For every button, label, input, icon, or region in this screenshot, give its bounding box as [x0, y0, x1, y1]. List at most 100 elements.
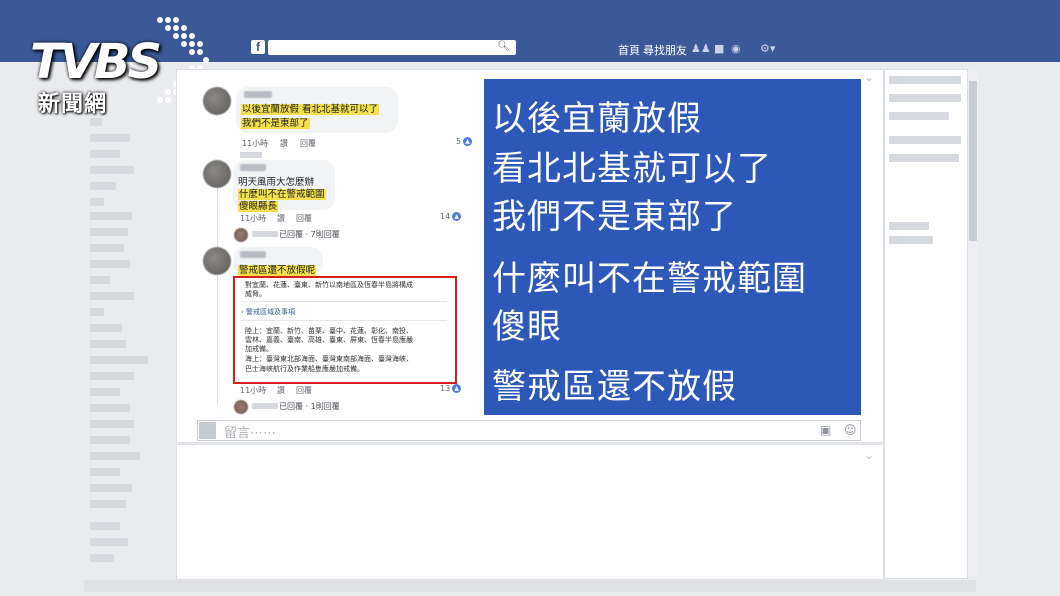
thread-line — [217, 275, 218, 405]
sidebar-item[interactable] — [90, 356, 148, 364]
sidebar-item[interactable] — [90, 308, 104, 316]
comment-placeholder: 留言⋯⋯ — [224, 426, 277, 441]
nav-find-friends[interactable]: 尋找朋友 — [643, 42, 687, 58]
sidebar-item[interactable] — [90, 452, 140, 460]
comment-text: 警戒區還不放假呢 — [238, 265, 317, 276]
sidebar-item[interactable] — [90, 554, 114, 562]
camera-icon[interactable]: ▣ — [820, 423, 831, 437]
sidebar-item[interactable] — [889, 112, 949, 120]
like-count: 5 ▲ — [456, 137, 473, 146]
search-icon[interactable]: 🔍︎ — [497, 41, 510, 52]
sidebar-item[interactable] — [90, 166, 134, 174]
settings-icon[interactable]: ⚙▾ — [760, 42, 775, 55]
attachment-text: 威脅。 — [245, 290, 266, 298]
attachment-link[interactable]: › 警戒區域及事項 — [241, 307, 295, 317]
globe-icon[interactable]: ◉ — [731, 42, 741, 55]
caption-line: 看北北基就可以了 — [492, 149, 772, 189]
sidebar-item[interactable] — [889, 222, 929, 230]
commenter-name[interactable] — [244, 91, 272, 98]
attachment-text: 對宜蘭、花蓮、臺東、新竹以南地區及恆春半島將構成 — [245, 281, 413, 289]
avatar[interactable] — [234, 400, 248, 414]
attached-screenshot[interactable]: 對宜蘭、花蓮、臺東、新竹以南地區及恆春半島將構成 威脅。 › 警戒區域及事項 陸… — [233, 276, 457, 384]
sidebar-item[interactable] — [90, 420, 134, 428]
nav-divider — [676, 41, 677, 54]
scrollbar-thumb[interactable] — [969, 81, 977, 241]
sidebar-item[interactable] — [90, 134, 130, 142]
sidebar-item[interactable] — [90, 198, 104, 206]
like-count: 13 ▲ — [440, 384, 462, 393]
reply-preview[interactable] — [240, 152, 262, 158]
sidebar-item[interactable] — [889, 136, 961, 144]
search-input[interactable]: 🔍︎ — [268, 40, 516, 55]
thumbs-up-icon: ▲ — [452, 384, 462, 393]
thumbs-up-icon: ▲ — [463, 137, 473, 146]
comment-input[interactable]: 留言⋯⋯ ▣ ☺ — [197, 420, 861, 441]
sidebar-item[interactable] — [90, 244, 124, 252]
avatar[interactable] — [234, 228, 248, 242]
caption-line: 警戒區還不放假 — [492, 367, 737, 407]
commenter-name[interactable] — [240, 164, 266, 171]
sidebar-item[interactable] — [90, 228, 128, 236]
sidebar-item[interactable] — [889, 236, 933, 244]
sidebar-item[interactable] — [90, 538, 128, 546]
attachment-text: 海上：臺灣東北部海面、臺灣東南部海面、臺灣海峽、 — [245, 355, 413, 363]
chevron-down-icon[interactable]: ⌄ — [864, 448, 874, 462]
sidebar-item[interactable] — [889, 76, 961, 84]
right-sidebar — [884, 69, 968, 579]
scrollbar[interactable] — [968, 69, 978, 577]
emoji-icon[interactable]: ☺ — [844, 423, 857, 437]
caption-overlay: 以後宜蘭放假 看北北基就可以了 我們不是東部了 什麼叫不在警戒範圍 傻眼 警戒區… — [484, 79, 861, 415]
attachment-text: 加戒備。 — [245, 345, 273, 353]
sidebar-item[interactable] — [90, 372, 134, 380]
comment-time: 11小時 — [240, 214, 267, 223]
sidebar-item[interactable] — [90, 436, 130, 444]
sidebar-item[interactable] — [90, 468, 120, 476]
replier-name[interactable] — [252, 403, 278, 409]
sidebar-item[interactable] — [90, 260, 130, 268]
sidebar-item[interactable] — [889, 154, 959, 162]
sidebar-item[interactable] — [90, 404, 130, 412]
reply-button[interactable]: 回覆 — [300, 138, 316, 149]
like-button[interactable]: 讚 — [277, 385, 285, 396]
avatar[interactable] — [203, 87, 231, 115]
reply-button[interactable]: 回覆 — [296, 213, 312, 224]
avatar[interactable] — [203, 247, 231, 275]
avatar — [199, 422, 216, 439]
friends-icon[interactable]: ♟♟ — [691, 42, 711, 55]
sidebar-item[interactable] — [889, 94, 961, 102]
reply-button[interactable]: 回覆 — [296, 385, 312, 396]
comment-text: 以後宜蘭放假 看北北基就可以了 — [241, 104, 380, 115]
caption-line: 我們不是東部了 — [492, 197, 737, 237]
sidebar-item[interactable] — [90, 324, 122, 332]
like-button[interactable]: 讚 — [277, 213, 285, 224]
comment-time: 11小時 — [240, 386, 267, 395]
caption-line: 以後宜蘭放假 — [492, 99, 702, 139]
avatar[interactable] — [203, 160, 231, 188]
sidebar-item[interactable] — [90, 484, 132, 492]
sidebar-item[interactable] — [90, 276, 110, 284]
messages-icon[interactable]: ■ — [714, 42, 724, 55]
reply-summary[interactable]: 已回覆 · 1則回覆 — [279, 401, 340, 412]
commenter-name[interactable] — [240, 251, 266, 258]
comment-time: 11小時 — [242, 139, 269, 148]
chevron-down-icon[interactable]: ⌄ — [864, 70, 874, 84]
sidebar-item[interactable] — [90, 388, 120, 396]
facebook-logo-icon[interactable]: f — [251, 40, 265, 54]
sidebar-item[interactable] — [90, 212, 132, 220]
comment-text: 我們不是東部了 — [241, 118, 310, 129]
caption-line: 傻眼 — [492, 307, 562, 347]
nav-home[interactable]: 首頁 — [618, 42, 640, 58]
sidebar-item[interactable] — [90, 118, 102, 126]
horizontal-scrollbar[interactable] — [84, 580, 976, 592]
tvbs-logo-text: TVBS — [30, 34, 162, 90]
reply-summary[interactable]: 已回覆 · 7則回覆 — [279, 229, 340, 240]
sidebar-item[interactable] — [90, 500, 126, 508]
divider — [241, 301, 447, 302]
sidebar-item[interactable] — [90, 182, 116, 190]
sidebar-item[interactable] — [90, 340, 126, 348]
sidebar-item[interactable] — [90, 292, 134, 300]
sidebar-item[interactable] — [90, 522, 120, 530]
like-button[interactable]: 讚 — [280, 138, 288, 149]
sidebar-item[interactable] — [90, 150, 120, 158]
replier-name[interactable] — [252, 231, 278, 237]
